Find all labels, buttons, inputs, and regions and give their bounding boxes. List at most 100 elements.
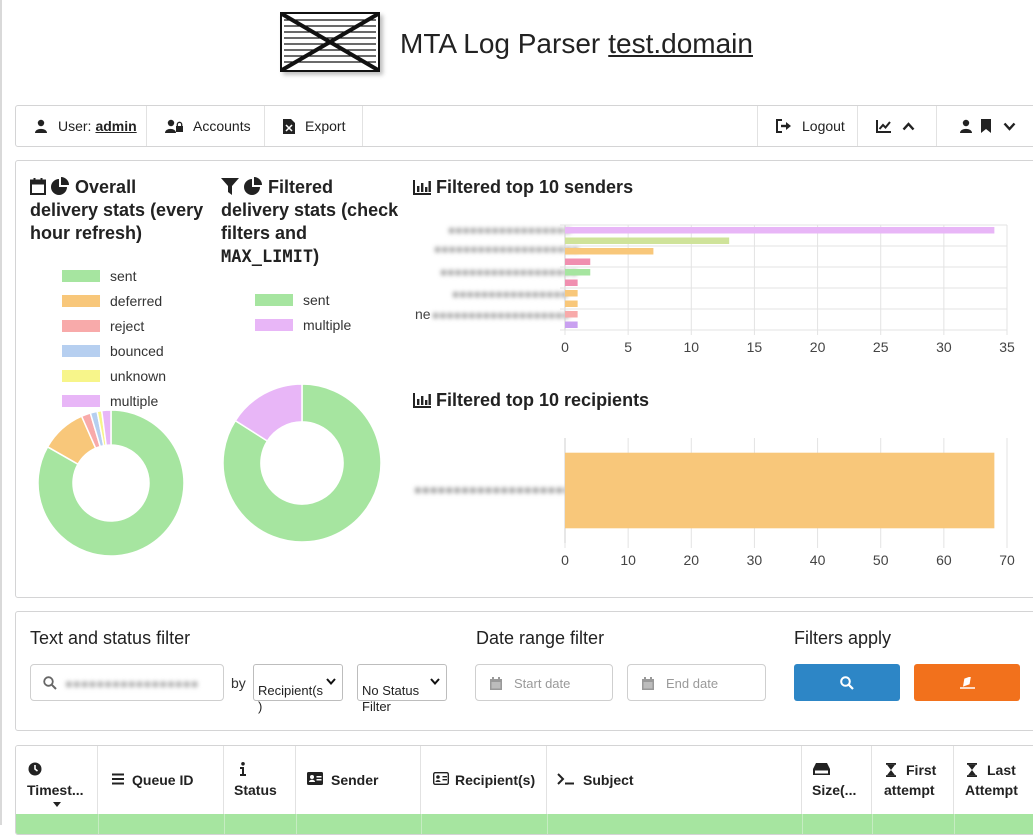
legend-item-sent[interactable]: sent — [255, 292, 329, 308]
legend-item-sent[interactable]: sent — [62, 268, 136, 284]
x-tick-label: 60 — [936, 552, 952, 568]
x-tick-label: 20 — [810, 339, 826, 355]
bar[interactable] — [565, 321, 578, 329]
legend-item-reject[interactable]: reject — [62, 318, 144, 334]
overall-stats-title: Overall delivery stats (every hour refre… — [30, 176, 210, 245]
bar[interactable] — [565, 289, 578, 297]
charts-toggle[interactable] — [857, 106, 936, 146]
filter-icon — [221, 178, 239, 195]
accounts-menu-item[interactable]: Accounts — [147, 106, 265, 146]
legend-item-bounced[interactable]: bounced — [62, 343, 164, 359]
column-label: Subject — [583, 772, 634, 788]
x-tick-label: 0 — [561, 552, 569, 568]
column-header-subject[interactable]: Subject — [547, 746, 802, 814]
sign-out-icon — [776, 119, 791, 133]
column-header-timestamp[interactable]: Timest... — [16, 746, 98, 814]
column-label: Status — [234, 782, 277, 798]
legend-item-multiple[interactable]: multiple — [62, 393, 158, 409]
bar[interactable] — [565, 237, 730, 245]
bar[interactable] — [565, 310, 578, 318]
sort-down-icon — [53, 802, 61, 807]
filtered-title-line1: Filtered — [268, 177, 334, 197]
user-name-link[interactable]: admin — [95, 118, 136, 134]
user-menu-item[interactable]: User: admin — [16, 106, 147, 146]
search-input[interactable]: ●●●●●●●●●●●●●●●●● — [30, 664, 224, 701]
legend-label: unknown — [110, 368, 167, 384]
profile-dropdown[interactable] — [936, 106, 1033, 146]
legend-label: bounced — [110, 343, 164, 359]
legend-label: multiple — [303, 317, 352, 333]
legend-label: deferred — [110, 293, 163, 309]
column-label: Queue ID — [132, 772, 194, 788]
x-tick-label: 10 — [620, 552, 636, 568]
bar[interactable] — [565, 452, 995, 529]
chevron-down-icon — [326, 678, 336, 685]
senders-bar-chart: 0 5 10 15 20 25 30 35 — [560, 224, 1015, 355]
eraser-icon — [959, 676, 975, 689]
column-label: Sender — [331, 772, 379, 788]
logout-menu-item[interactable]: Logout — [757, 106, 857, 146]
line-chart-icon — [876, 120, 891, 133]
excel-file-icon — [283, 118, 295, 134]
filter-field-select[interactable]: Recipient(s ) — [253, 664, 343, 714]
end-date-input[interactable]: End date — [627, 664, 766, 701]
pie-chart-icon — [51, 177, 70, 195]
x-tick-label: 5 — [624, 339, 632, 355]
filtered-title-line2: delivery stats (check — [221, 200, 399, 220]
legend-label: sent — [303, 292, 330, 308]
legend-item-multiple[interactable]: multiple — [255, 317, 351, 333]
legend-item-unknown[interactable]: unknown — [62, 368, 166, 384]
legend-swatch — [62, 270, 100, 282]
terminal-icon — [557, 773, 574, 785]
column-header-first-attempt[interactable]: First attempt — [872, 746, 954, 814]
status-filter-select[interactable]: No Status Filter — [357, 664, 447, 714]
column-header-queue-id[interactable]: Queue ID — [98, 746, 224, 814]
bar-chart-icon — [413, 393, 431, 408]
bar[interactable] — [565, 258, 591, 266]
legend-label: multiple — [110, 393, 159, 409]
calendar-icon — [642, 677, 654, 690]
info-icon — [240, 762, 246, 776]
column-label: First — [906, 762, 937, 778]
window-left-border — [0, 0, 2, 825]
recipients-bar-chart: 0 10 20 30 40 50 60 70 — [561, 438, 1015, 568]
column-header-last-attempt[interactable]: Last Attempt — [954, 746, 1033, 814]
legend-swatch — [62, 370, 100, 382]
bar-chart-icon — [413, 180, 431, 195]
export-menu-item[interactable]: Export — [265, 106, 363, 146]
bar[interactable] — [565, 226, 995, 234]
bar[interactable] — [565, 300, 578, 308]
search-button[interactable] — [794, 664, 900, 701]
chevron-down-icon — [1003, 122, 1016, 131]
domain-link[interactable]: test.domain — [608, 28, 753, 59]
column-label: Attempt — [965, 782, 1018, 798]
date-filter-heading: Date range filter — [476, 628, 605, 648]
user-label: User: — [58, 118, 92, 134]
hdd-icon — [813, 763, 830, 775]
column-header-size[interactable]: Size(... — [802, 746, 872, 814]
legend-swatch — [62, 295, 100, 307]
column-header-status[interactable]: Status — [224, 746, 296, 814]
filtered-title-line3: filters and — [221, 223, 308, 243]
app-title: MTA Log Parser test.domain — [400, 28, 753, 60]
id-card-outline-icon — [433, 772, 449, 785]
legend-item-deferred[interactable]: deferred — [62, 293, 162, 309]
bar[interactable] — [565, 247, 654, 255]
mail-log-table: Timest... Queue ID Status Sender Recipie… — [15, 745, 1033, 835]
column-header-sender[interactable]: Sender — [296, 746, 421, 814]
column-header-recipients[interactable]: Recipient(s) — [421, 746, 547, 814]
start-date-input[interactable]: Start date — [475, 664, 613, 701]
end-date-placeholder: End date — [666, 676, 719, 691]
senders-chart-title-text: Filtered top 10 senders — [436, 177, 634, 197]
column-label: attempt — [884, 782, 935, 798]
search-input-value-blurred: ●●●●●●●●●●●●●●●●● — [65, 676, 199, 691]
bar[interactable] — [565, 279, 578, 287]
overall-title-line2: delivery stats (every — [30, 200, 204, 220]
x-tick-label: 30 — [936, 339, 952, 355]
pie-chart-icon — [244, 177, 263, 195]
column-label: Last — [987, 762, 1016, 778]
clear-filters-button[interactable] — [914, 664, 1020, 701]
overall-donut-chart — [37, 409, 185, 557]
bar[interactable] — [565, 268, 591, 276]
column-label: Recipient(s) — [455, 772, 536, 788]
